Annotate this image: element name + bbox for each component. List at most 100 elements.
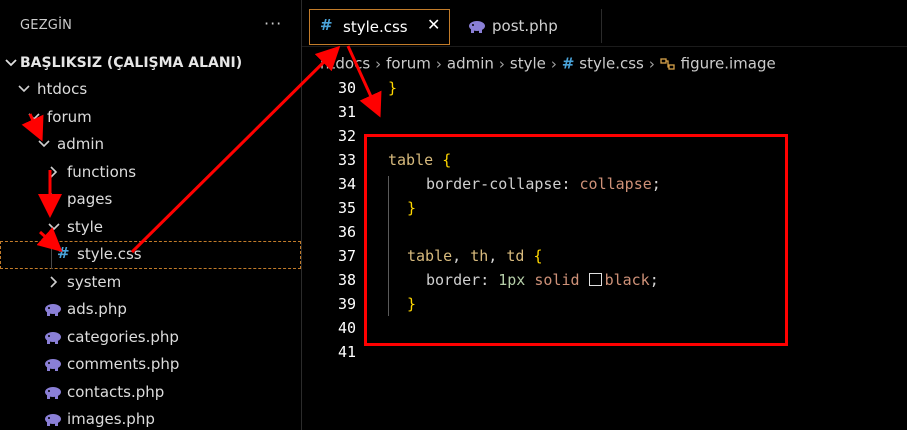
tree-item-label: pages [67,190,113,208]
breadcrumb-item[interactable]: htdocs [320,55,370,73]
tree-indent-guide [51,241,52,269]
chevron-down-icon [38,137,50,151]
chevron-right-icon: › [375,54,382,73]
chevron-down-icon [18,82,30,96]
tab-label: post.php [492,17,558,35]
line-number: 41 [337,343,356,361]
chevron-right-icon [48,275,60,289]
breadcrumb-item[interactable]: admin [447,55,494,73]
css-file-icon: # [561,54,575,73]
chevron-right-icon [48,165,60,179]
line-number: 39 [337,295,356,313]
tree-item-pages[interactable]: pages [0,186,301,213]
breadcrumb-symbol[interactable]: figure.image [681,55,776,73]
editor-tab-bar: # style.css ✕ post.php [302,0,907,47]
tree-item-label: admin [57,135,104,153]
tree-item-label: style.css [77,245,142,263]
code-line: 38 border: 1px solid black; [302,268,907,292]
tree-item-forum[interactable]: forum [0,104,301,131]
breadcrumb-item[interactable]: style [510,55,546,73]
tree-item-contacts-php[interactable]: contacts.php [0,379,301,406]
tab-post-php[interactable]: post.php [454,9,602,43]
tree-item-comments-php[interactable]: comments.php [0,351,301,378]
line-number: 31 [337,103,356,121]
tree-item-system[interactable]: system [0,269,301,296]
tree-item-style[interactable]: style [0,214,301,241]
php-elephant-icon [45,332,61,344]
token-value: collapse [579,175,652,193]
line-number: 40 [337,319,356,337]
tree-item-label: comments.php [67,355,180,373]
token-selector: table [388,151,434,169]
tree-item-admin[interactable]: admin [0,131,301,158]
tree-item-label: system [67,273,122,291]
chevron-right-icon [48,192,60,206]
code-line: 35 } [302,196,907,220]
indent-guide [388,176,389,316]
tree-item-style-css[interactable]: # style.css [0,241,301,269]
chevron-right-icon: › [648,54,655,73]
workspace-root[interactable]: BAŞLIKSIZ (ÇALIŞMA ALANI) [0,50,301,77]
tree-item-htdocs[interactable]: htdocs [0,76,301,103]
tree-item-categories-php[interactable]: categories.php [0,324,301,351]
php-elephant-icon [45,414,61,426]
tree-item-label: functions [67,163,137,181]
css-file-icon: # [320,16,333,34]
explorer-header: GEZGİN ··· [0,0,301,55]
line-number: 34 [337,175,356,193]
code-editor[interactable]: 30 } 31 32 33 table { 34 border-collapse… [302,76,907,430]
tree-item-label: htdocs [37,80,88,98]
tree-item-label: style [67,218,103,236]
code-line: 32 [302,124,907,148]
code-line: 33 table { [302,148,907,172]
css-symbol-icon [660,55,676,73]
chevron-right-icon: › [498,54,505,73]
tree-item-functions[interactable]: functions [0,159,301,186]
tree-item-images-php[interactable]: images.php [0,406,301,430]
code-line: 30 } [302,76,907,100]
more-actions-button[interactable]: ··· [264,14,282,33]
line-number: 37 [337,247,356,265]
tree-item-label: forum [47,108,92,126]
chevron-down-icon [28,110,40,124]
breadcrumb-file[interactable]: style.css [579,55,644,73]
chevron-right-icon: › [435,54,442,73]
tree-item-label: images.php [67,410,155,428]
chevron-right-icon: › [550,54,557,73]
token-brace: } [407,199,417,217]
php-elephant-icon [469,21,485,33]
tree-item-ads-php[interactable]: ads.php [0,296,301,323]
line-number: 30 [337,79,356,97]
css-file-icon: # [57,244,70,262]
php-elephant-icon [45,359,61,371]
color-swatch[interactable] [588,273,602,286]
code-line: 39 } [302,292,907,316]
explorer-title: GEZGİN [20,18,73,33]
php-elephant-icon [45,387,61,399]
tab-style-css[interactable]: # style.css ✕ [309,9,450,45]
tree-item-label: categories.php [67,328,179,346]
code-line: 37 table, th, td { [302,244,907,268]
close-icon[interactable]: ✕ [427,15,440,34]
tree-item-label: ads.php [67,300,127,318]
tab-label: style.css [343,18,408,36]
line-number: 33 [337,151,356,169]
breadcrumb: htdocs › forum › admin › style › # style.css › fi… [320,54,776,76]
line-number: 35 [337,199,356,217]
token-property: border-collapse [426,175,562,193]
php-elephant-icon [45,304,61,316]
code-line: 41 [302,340,907,364]
workspace-root-label: BAŞLIKSIZ (ÇALIŞMA ALANI) [20,55,243,71]
line-number: 32 [337,127,356,145]
tree-item-label: contacts.php [67,383,165,401]
token-brace: { [442,151,452,169]
line-number: 38 [337,271,356,289]
token-brace: } [388,79,398,97]
breadcrumb-item[interactable]: forum [386,55,431,73]
code-line: 36 [302,220,907,244]
code-line: 40 [302,316,907,340]
line-number: 36 [337,223,356,241]
chevron-down-icon [5,56,17,70]
code-line: 34 border-collapse: collapse; [302,172,907,196]
chevron-down-icon [48,220,60,234]
